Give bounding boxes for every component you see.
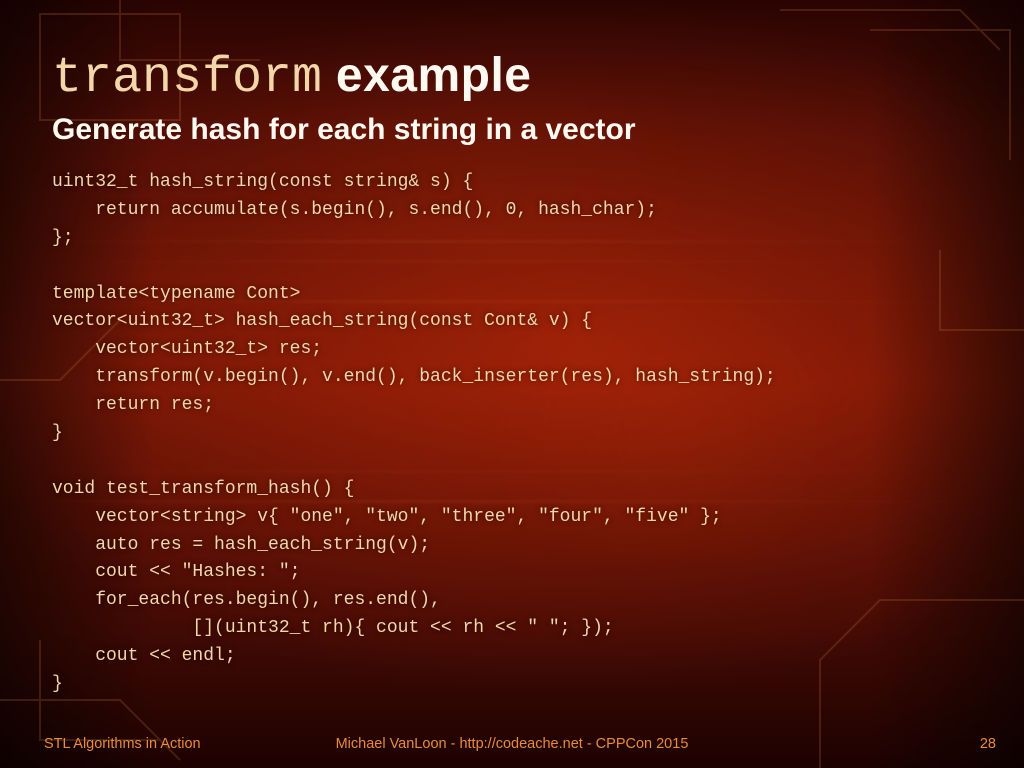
title-rest: example [322, 49, 531, 102]
title-mono-part: transform [52, 50, 322, 107]
slide: transform example Generate hash for each… [0, 0, 1024, 768]
slide-title: transform example [52, 48, 972, 107]
footer-left: STL Algorithms in Action [44, 736, 201, 752]
code-block: uint32_t hash_string(const string& s) { … [52, 169, 972, 699]
slide-subtitle: Generate hash for each string in a vecto… [52, 113, 972, 147]
slide-footer: STL Algorithms in Action Michael VanLoon… [0, 736, 1024, 752]
footer-page-number: 28 [980, 736, 996, 752]
